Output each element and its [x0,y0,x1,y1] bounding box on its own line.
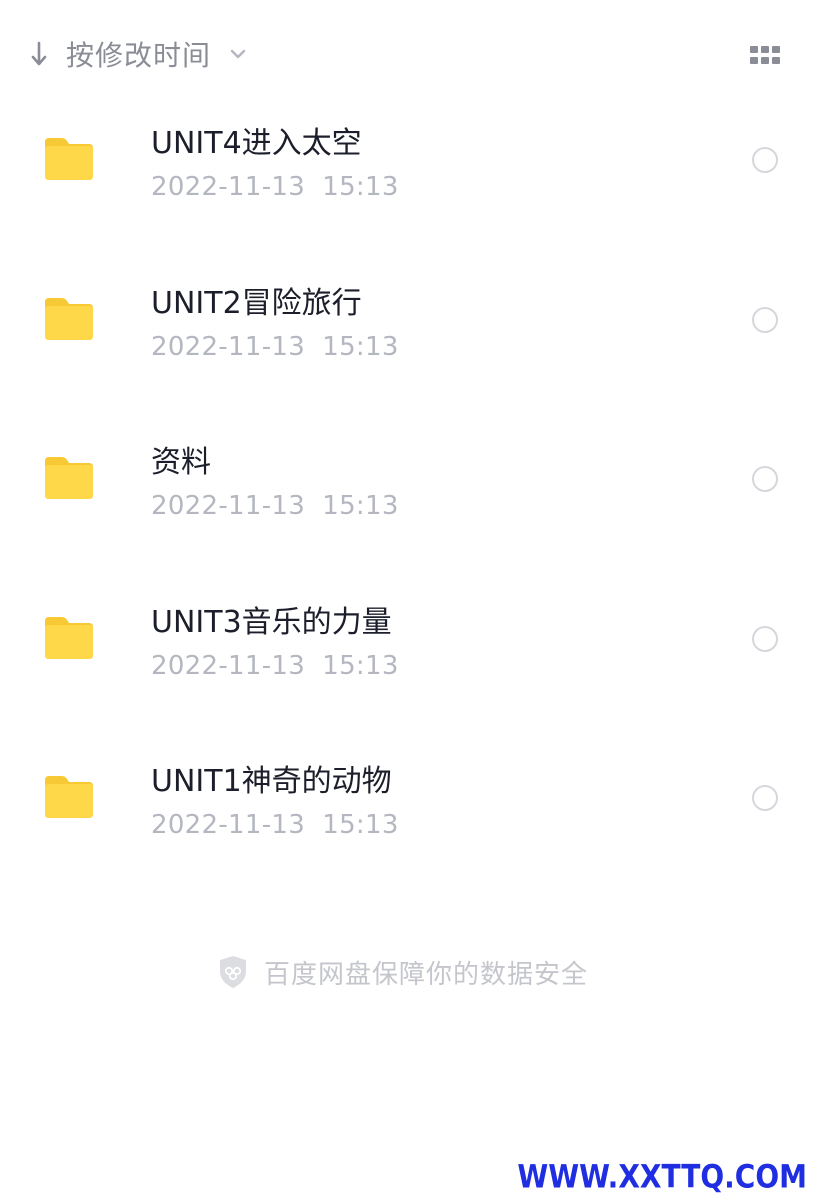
chevron-down-icon [229,45,247,63]
list-item[interactable]: UNIT4进入太空 2022-11-13 15:13 [0,80,815,240]
grid-view-toggle[interactable] [750,44,782,66]
file-name: UNIT2冒险旅行 [151,285,362,321]
file-date: 2022-11-13 15:13 [151,172,399,202]
file-browser-page: 按修改时间 UNIT4进入太空 2022-11-13 15:13 UNIT2冒险… [0,0,815,1200]
file-list: UNIT4进入太空 2022-11-13 15:13 UNIT2冒险旅行 202… [0,80,815,878]
sort-selector[interactable]: 按修改时间 [20,30,247,78]
select-checkbox[interactable] [752,306,778,333]
file-name: UNIT1神奇的动物 [151,764,392,799]
grid-view-icon [750,46,780,64]
list-item[interactable]: UNIT3音乐的力量 2022-11-13 15:13 [0,559,815,719]
folder-icon [45,776,93,818]
file-name: UNIT4进入太空 [151,126,362,161]
select-checkbox[interactable] [752,466,778,492]
folder-icon [45,457,93,499]
folder-icon [45,616,93,659]
folder-icon [45,297,93,340]
file-date: 2022-11-13 15:13 [151,491,399,521]
data-safety-note: 百度网盘保障你的数据安全 [218,952,588,992]
select-checkbox[interactable] [752,625,778,652]
watermark: WWW.XXTTQ.COM [517,1157,807,1196]
safety-text: 百度网盘保障你的数据安全 [264,959,589,990]
select-checkbox[interactable] [752,785,778,811]
file-name: UNIT3音乐的力量 [151,604,392,640]
list-item[interactable]: UNIT2冒险旅行 2022-11-13 15:13 [0,240,815,400]
file-name: 资料 [151,445,211,480]
file-date: 2022-11-13 15:13 [151,810,399,840]
file-date: 2022-11-13 15:13 [151,331,399,362]
file-date: 2022-11-13 15:13 [151,650,399,681]
folder-icon [45,138,93,180]
select-checkbox[interactable] [752,147,778,173]
shield-icon [220,956,246,988]
list-item[interactable]: UNIT1神奇的动物 2022-11-13 15:13 [0,718,815,878]
sort-label: 按修改时间 [66,39,212,72]
list-item[interactable]: 资料 2022-11-13 15:13 [0,399,815,559]
arrow-down-icon [28,39,50,69]
